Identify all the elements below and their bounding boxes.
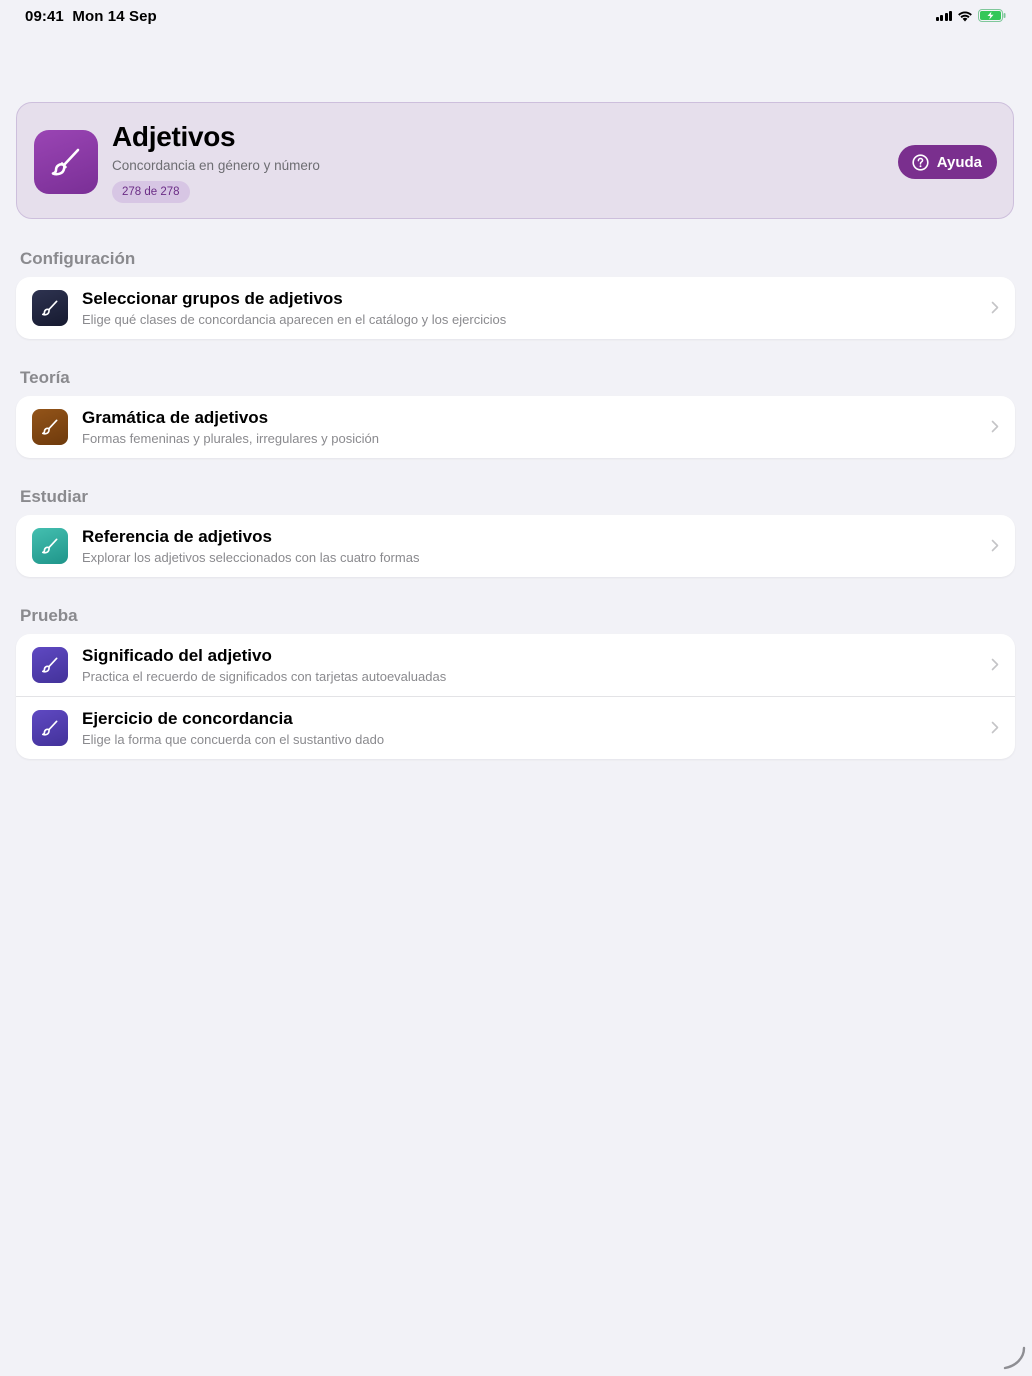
row-subtitle: Elige la forma que concuerda con el sust… (82, 732, 385, 747)
row-subtitle: Formas femeninas y plurales, irregulares… (82, 431, 379, 446)
status-time: 09:41 Mon 14 Sep (25, 8, 157, 25)
row-title: Referencia de adjetivos (82, 527, 272, 546)
help-button-label: Ayuda (936, 153, 982, 171)
paintbrush-icon (32, 290, 68, 326)
paintbrush-icon (32, 647, 68, 683)
count-badge: 278 de 278 (112, 181, 190, 203)
row-reference[interactable]: Referencia de adjetivos Explorar los adj… (16, 515, 1015, 577)
group-prueba: Significado del adjetivo Practica el rec… (16, 634, 1015, 759)
paintbrush-icon (32, 528, 68, 564)
status-icons (935, 9, 1007, 22)
row-title: Ejercicio de concordancia (82, 709, 293, 728)
row-select-groups[interactable]: Seleccionar grupos de adjetivos Elige qu… (16, 277, 1015, 339)
section-title-configuracion: Configuración (20, 249, 136, 268)
paintbrush-icon (32, 409, 68, 445)
page-subtitle: Concordancia en género y número (112, 158, 320, 173)
row-agreement-exercise[interactable]: Ejercicio de concordancia Elige la forma… (16, 696, 1015, 759)
question-circle-icon (912, 153, 929, 171)
row-subtitle: Explorar los adjetivos seleccionados con… (82, 550, 420, 565)
hero-card: Adjetivos Concordancia en género y númer… (16, 102, 1014, 219)
row-title: Significado del adjetivo (82, 646, 272, 665)
status-clock: 09:41 (25, 8, 64, 25)
group-configuracion: Seleccionar grupos de adjetivos Elige qu… (16, 277, 1015, 339)
chevron-right-icon (991, 658, 999, 671)
section-title-prueba: Prueba (20, 606, 78, 625)
help-button[interactable]: Ayuda (897, 145, 997, 179)
row-meaning[interactable]: Significado del adjetivo Practica el rec… (16, 634, 1015, 696)
row-title: Seleccionar grupos de adjetivos (82, 289, 343, 308)
row-subtitle: Elige qué clases de concordancia aparece… (82, 312, 507, 327)
chevron-right-icon (991, 539, 999, 552)
section-title-estudiar: Estudiar (20, 487, 89, 506)
wifi-icon (958, 10, 972, 21)
page-title: Adjetivos (112, 121, 236, 152)
chevron-right-icon (991, 301, 999, 314)
group-teoria: Gramática de adjetivos Formas femeninas … (16, 396, 1015, 458)
row-title: Gramática de adjetivos (82, 408, 269, 427)
corner-drag-indicator (1003, 1346, 1026, 1370)
group-estudiar: Referencia de adjetivos Explorar los adj… (16, 515, 1015, 577)
chevron-right-icon (991, 420, 999, 433)
cellular-signal-icon (935, 10, 952, 21)
paintbrush-icon (34, 130, 98, 194)
section-title-teoria: Teoría (20, 368, 70, 387)
battery-charging-icon (978, 9, 1006, 22)
status-date: Mon 14 Sep (72, 8, 157, 25)
row-subtitle: Practica el recuerdo de significados con… (82, 669, 447, 684)
chevron-right-icon (991, 721, 999, 734)
paintbrush-icon (32, 710, 68, 746)
row-grammar[interactable]: Gramática de adjetivos Formas femeninas … (16, 396, 1015, 458)
status-bar: 09:41 Mon 14 Sep (0, 0, 1032, 32)
